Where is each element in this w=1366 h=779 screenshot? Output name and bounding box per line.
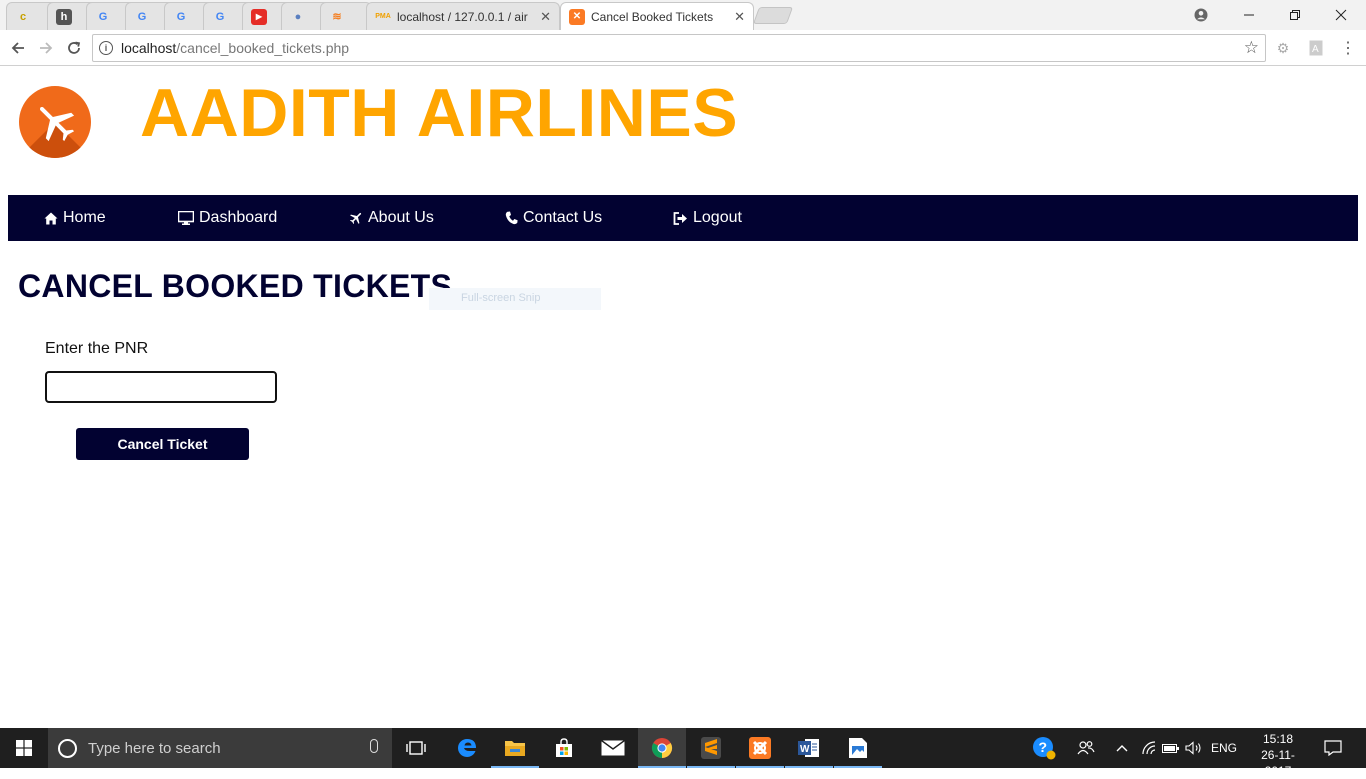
pdf-extension-icon[interactable]: A	[1306, 38, 1326, 58]
word-icon[interactable]: W	[785, 728, 833, 768]
taskbar-search-placeholder: Type here to search	[88, 739, 221, 757]
google-icon: G	[137, 10, 147, 23]
tab-favicon-icon: c	[19, 10, 27, 23]
back-icon[interactable]	[7, 37, 29, 59]
cancel-ticket-button[interactable]: Cancel Ticket	[76, 428, 249, 460]
cortana-icon	[58, 738, 77, 758]
forward-icon[interactable]	[35, 37, 57, 59]
phpmyadmin-icon: PMA	[375, 13, 391, 20]
extension-icon[interactable]: ⚙	[1273, 38, 1293, 58]
nav-home-label: Home	[63, 209, 106, 226]
nav-contact-us-label: Contact Us	[523, 209, 603, 226]
plane-icon	[349, 211, 363, 225]
nav-dashboard[interactable]: Dashboard	[178, 195, 277, 241]
notifications-icon[interactable]	[1318, 728, 1348, 768]
windows-taskbar: Type here to search W ? ENG 15:18 26-11-…	[0, 728, 1366, 778]
phone-icon	[505, 211, 518, 225]
tab-title: Cancel Booked Tickets	[591, 9, 714, 24]
browser-toolbar: i localhost/cancel_booked_tickets.php ☆ …	[0, 30, 1366, 66]
nav-about-us[interactable]: About Us	[349, 195, 434, 241]
pnr-label: Enter the PNR	[45, 340, 149, 357]
browser-menu-icon[interactable]: ⋮	[1338, 38, 1358, 58]
address-bar[interactable]: i localhost/cancel_booked_tickets.php ☆	[92, 34, 1266, 62]
taskbar-search-box[interactable]: Type here to search	[48, 728, 392, 768]
volume-icon[interactable]	[1183, 728, 1205, 768]
edge-browser-icon[interactable]	[443, 728, 491, 768]
nav-about-us-label: About Us	[368, 209, 434, 226]
battery-icon[interactable]	[1160, 728, 1182, 768]
nav-home[interactable]: Home	[44, 195, 106, 241]
web-page: AADITH AIRLINES Home Dashboard About Us …	[0, 66, 1366, 728]
google-icon: G	[176, 10, 186, 23]
svg-text:W: W	[800, 744, 810, 755]
windows-logo-icon	[16, 740, 32, 756]
browser-tab-strip: c h G G G G ▶ ● ≋ PMA localhost / 127.0.…	[0, 0, 1366, 30]
close-window-icon[interactable]	[1318, 0, 1364, 30]
tab-favicon-icon: h	[56, 8, 72, 25]
pnr-input[interactable]	[45, 371, 277, 403]
help-icon[interactable]: ?	[1030, 728, 1058, 768]
nav-logout-label: Logout	[693, 209, 742, 226]
close-tab-icon[interactable]: ✕	[734, 9, 745, 25]
file-explorer-icon[interactable]	[491, 728, 539, 768]
nav-dashboard-label: Dashboard	[199, 209, 278, 226]
google-icon: G	[98, 10, 108, 23]
url-path: /cancel_booked_tickets.php	[176, 40, 350, 56]
clock-date: 26-11-2017	[1261, 748, 1295, 778]
home-icon	[44, 212, 58, 225]
airplane-icon	[40, 107, 75, 142]
browser-tab[interactable]: ≋	[320, 2, 372, 30]
logout-icon	[673, 211, 688, 225]
site-info-icon[interactable]: i	[99, 41, 113, 55]
nav-logout[interactable]: Logout	[673, 195, 742, 241]
sublime-text-icon[interactable]	[687, 728, 735, 768]
language-indicator[interactable]: ENG	[1208, 728, 1240, 768]
clock-time: 15:18	[1262, 732, 1294, 746]
stackoverflow-icon: ≋	[332, 11, 342, 23]
browser-tab[interactable]: PMA localhost / 127.0.0.1 / air ✕	[366, 2, 560, 30]
store-icon[interactable]	[540, 728, 588, 768]
reload-icon[interactable]	[63, 37, 85, 59]
wifi-icon[interactable]	[1138, 728, 1160, 768]
browser-tab-active[interactable]: ✕ Cancel Booked Tickets ✕	[560, 2, 754, 30]
snip-tooltip-overlay: Full-screen Snip	[429, 288, 601, 310]
mail-icon[interactable]	[589, 728, 637, 768]
nav-contact-us[interactable]: Contact Us	[505, 195, 602, 241]
url-host: localhost	[121, 40, 177, 56]
chrome-icon[interactable]	[638, 728, 686, 768]
monitor-icon	[178, 211, 194, 225]
xampp-icon: ✕	[569, 8, 585, 25]
start-button[interactable]	[0, 728, 48, 768]
minimize-window-icon[interactable]	[1226, 0, 1272, 30]
main-navigation: Home Dashboard About Us Contact Us Logou…	[8, 195, 1358, 241]
photos-icon[interactable]	[834, 728, 882, 768]
youtube-icon: ▶	[251, 8, 267, 25]
bookmark-star-icon[interactable]: ☆	[1244, 38, 1259, 58]
close-tab-icon[interactable]: ✕	[540, 9, 551, 25]
site-brand-title: AADITH AIRLINES	[140, 75, 739, 151]
new-tab-button[interactable]	[752, 7, 794, 24]
tab-title: localhost / 127.0.0.1 / air	[397, 9, 528, 24]
svg-text:A: A	[1312, 44, 1319, 55]
google-icon: G	[215, 10, 225, 23]
restore-window-icon[interactable]	[1272, 0, 1318, 30]
profile-icon[interactable]	[1178, 0, 1224, 30]
chevron-up-icon[interactable]	[1112, 728, 1132, 768]
airline-logo-icon	[19, 86, 91, 158]
xampp-icon[interactable]	[736, 728, 784, 768]
task-view-icon[interactable]	[392, 728, 440, 768]
svg-text:?: ?	[1039, 739, 1048, 755]
tab-favicon-icon: ●	[294, 10, 302, 23]
page-title: CANCEL BOOKED TICKETS	[18, 268, 453, 304]
system-clock[interactable]: 15:18 26-11-2017	[1248, 731, 1308, 779]
people-icon[interactable]	[1074, 728, 1098, 768]
microphone-icon[interactable]	[370, 739, 378, 753]
